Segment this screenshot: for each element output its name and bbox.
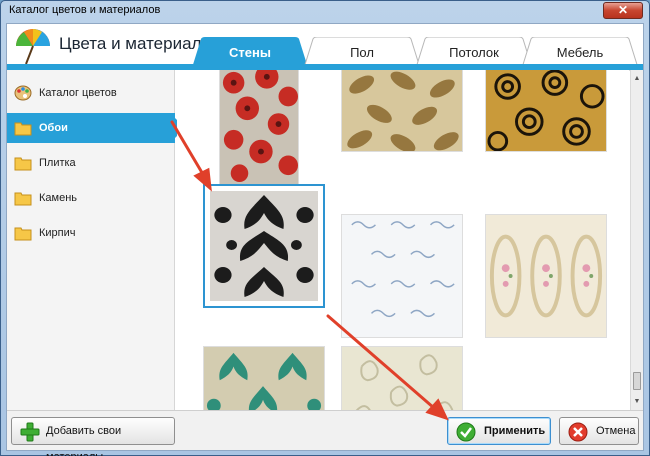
window-title: Каталог цветов и материалов <box>9 4 161 16</box>
folder-icon <box>14 157 32 171</box>
material-gallery <box>177 70 629 410</box>
wallpaper-tile-blue-ornament[interactable] <box>341 214 463 338</box>
dialog-window: Каталог цветов и материалов ✕ Цвета и ма… <box>0 0 650 456</box>
close-window-button[interactable]: ✕ <box>603 2 643 19</box>
folder-icon <box>14 122 32 136</box>
cancel-button[interactable]: Отмена <box>559 417 639 445</box>
dialog-footer: Добавить свои материалы Применить Отмена <box>7 410 643 456</box>
dialog-client: Цвета и материалы Стены Пол Потолок Мебе… <box>6 23 644 456</box>
gallery-scrollbar[interactable]: ▲ ▼ <box>630 70 643 410</box>
wallpaper-tile-gold-leaves[interactable] <box>341 70 463 152</box>
apply-button[interactable]: Применить <box>447 417 551 445</box>
sidebar-item-wallpaper[interactable]: Обои <box>7 113 185 143</box>
wallpaper-tile-beige-paisley[interactable] <box>341 346 463 410</box>
umbrella-icon <box>16 29 50 65</box>
sidebar-item-tile[interactable]: Плитка <box>7 148 175 178</box>
wallpaper-tile-floral-medallion[interactable] <box>485 214 607 338</box>
category-sidebar: Каталог цветов Обои Плитка Камень Кирпич <box>7 70 185 410</box>
scroll-thumb[interactable] <box>633 372 641 390</box>
sidebar-item-color-catalog[interactable]: Каталог цветов <box>7 78 175 108</box>
wallpaper-tile-green-damask[interactable] <box>203 346 325 410</box>
cancel-x-icon <box>568 422 588 442</box>
palette-icon <box>14 85 32 101</box>
sidebar-item-stone[interactable]: Камень <box>7 183 175 213</box>
scroll-down-arrow-icon[interactable]: ▼ <box>631 395 643 408</box>
checkmark-icon <box>456 422 476 442</box>
folder-icon <box>14 192 32 206</box>
sidebar-item-brick[interactable]: Кирпич <box>7 218 175 248</box>
add-materials-button[interactable]: Добавить свои материалы <box>11 417 175 456</box>
wallpaper-tile-red-poppies[interactable] <box>219 70 299 186</box>
header: Цвета и материалы Стены Пол Потолок Мебе… <box>7 24 643 71</box>
wallpaper-tile-black-damask[interactable] <box>203 184 325 308</box>
title-bar: Каталог цветов и материалов ✕ <box>1 1 649 21</box>
wallpaper-tile-black-gold-swirls[interactable] <box>485 70 607 152</box>
folder-icon <box>14 227 32 241</box>
plus-icon <box>20 422 40 442</box>
scroll-up-arrow-icon[interactable]: ▲ <box>631 72 643 85</box>
